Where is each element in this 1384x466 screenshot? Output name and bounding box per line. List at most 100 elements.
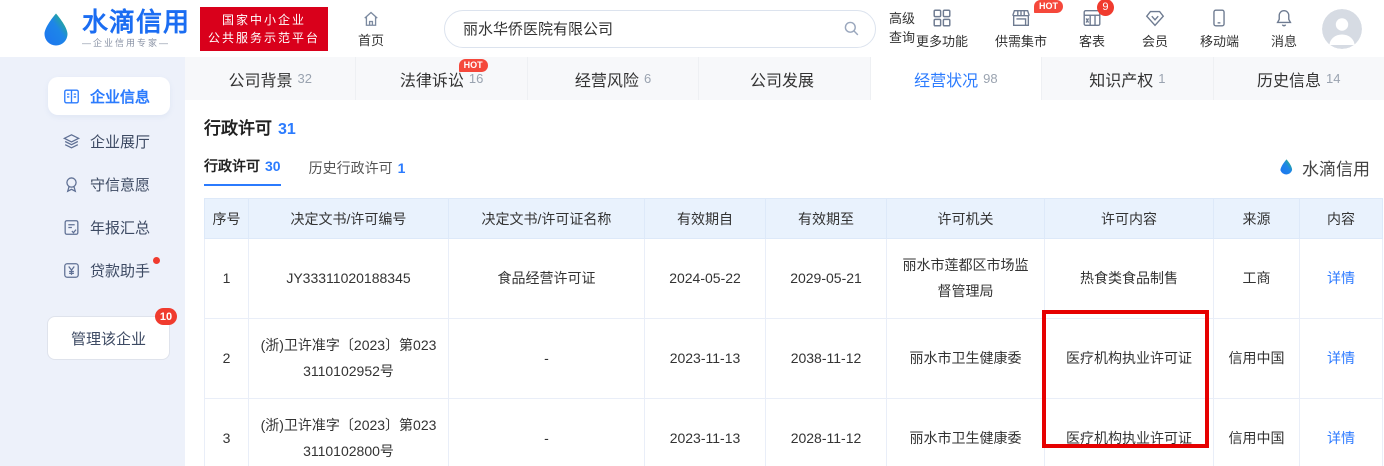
search-icon[interactable] <box>842 19 861 38</box>
section-title: 行政许可31 <box>204 114 1384 139</box>
watermark-text: 水滴信用 <box>1302 155 1370 180</box>
layers-icon <box>62 132 81 151</box>
nav-more-functions[interactable]: 更多功能 <box>916 7 968 50</box>
nav-membership[interactable]: 会员 <box>1137 7 1173 50</box>
subtab-admin-license[interactable]: 行政许可30 <box>204 156 281 186</box>
brand-name: 水滴信用 <box>82 9 190 35</box>
col-header-license-name: 决定文书/许可证名称 <box>449 199 645 239</box>
watermark-logo: 水滴信用 <box>1277 155 1370 186</box>
company-info-icon <box>62 87 81 106</box>
subtab-history-admin-license[interactable]: 历史行政许可1 <box>309 158 406 186</box>
cell-source: 信用中国 <box>1214 399 1300 466</box>
cell-license-no: (浙)卫许准字〔2023〕第0233110102800号 <box>249 399 449 466</box>
cell-valid-from: 2023-11-13 <box>645 399 766 466</box>
col-header-source: 来源 <box>1214 199 1300 239</box>
cell-license-name: - <box>449 319 645 399</box>
hot-badge: HOT <box>459 59 488 72</box>
cell-license-no: (浙)卫许准字〔2023〕第0233110102952号 <box>249 319 449 399</box>
sidebar-item-annual-report[interactable]: 年报汇总 <box>48 206 170 249</box>
gov-certification-badge: 国家中小企业 公共服务示范平台 <box>200 7 328 51</box>
top-header: 水滴信用 —企业信用专家— 国家中小企业 公共服务示范平台 首页 高级 查询 <box>0 0 1384 57</box>
cell-index: 2 <box>205 319 249 399</box>
cell-valid-from: 2023-11-13 <box>645 319 766 399</box>
cell-content: 医疗机构执业许可证 <box>1045 319 1214 399</box>
notification-count-badge: 9 <box>1097 0 1114 16</box>
tab-history-info[interactable]: 历史信息14 <box>1213 57 1384 100</box>
diamond-icon <box>1144 7 1166 29</box>
cell-license-name: - <box>449 399 645 466</box>
water-drop-icon <box>38 11 74 47</box>
col-header-index: 序号 <box>205 199 249 239</box>
water-drop-icon <box>1277 158 1296 177</box>
tab-legal-litigation[interactable]: HOT 法律诉讼16 <box>355 57 526 100</box>
page: 水滴信用 —企业信用专家— 国家中小企业 公共服务示范平台 首页 高级 查询 <box>0 0 1384 466</box>
nav-supply-market[interactable]: HOT 供需集市 <box>995 7 1047 50</box>
col-header-authority: 许可机关 <box>887 199 1045 239</box>
table-row: 2 (浙)卫许准字〔2023〕第0233110102952号 - 2023-11… <box>205 319 1383 399</box>
storefront-icon <box>1010 7 1032 29</box>
table-row: 1 JY33311020188345 食品经营许可证 2024-05-22 20… <box>205 239 1383 319</box>
license-table: 序号 决定文书/许可编号 决定文书/许可证名称 有效期自 有效期至 许可机关 许… <box>204 198 1383 466</box>
manage-company-button[interactable]: 管理该企业 10 <box>47 316 170 360</box>
manage-count-badge: 10 <box>155 308 177 325</box>
search-bar <box>444 10 876 48</box>
cell-license-name: 食品经营许可证 <box>449 239 645 319</box>
cell-source: 工商 <box>1214 239 1300 319</box>
new-indicator-dot <box>153 257 160 264</box>
nav-mobile[interactable]: 移动端 <box>1200 7 1239 50</box>
nav-customer-report[interactable]: 9 客表 <box>1074 7 1110 50</box>
cell-license-no: JY33311020188345 <box>249 239 449 319</box>
cell-valid-to: 2029-05-21 <box>766 239 887 319</box>
nav-messages[interactable]: 消息 <box>1266 7 1302 50</box>
advanced-search-link[interactable]: 高级 查询 <box>889 10 915 46</box>
table-header-row: 序号 决定文书/许可编号 决定文书/许可证名称 有效期自 有效期至 许可机关 许… <box>205 199 1383 239</box>
search-input[interactable] <box>463 20 842 37</box>
cell-content: 医疗机构执业许可证 <box>1045 399 1214 466</box>
cell-index: 3 <box>205 399 249 466</box>
bell-icon <box>1273 7 1295 29</box>
tab-company-development[interactable]: 公司发展 <box>698 57 869 100</box>
cell-valid-from: 2024-05-22 <box>645 239 766 319</box>
tab-operating-status[interactable]: 经营状况98 <box>870 57 1041 100</box>
col-header-valid-from: 有效期自 <box>645 199 766 239</box>
home-label: 首页 <box>358 30 384 49</box>
loan-yuan-icon <box>62 261 81 280</box>
tab-intellectual-property[interactable]: 知识产权1 <box>1041 57 1212 100</box>
cell-index: 1 <box>205 239 249 319</box>
cell-authority: 丽水市卫生健康委 <box>887 319 1045 399</box>
sidebar: 企业信息 企业展厅 守信意愿 年报汇总 <box>0 57 185 466</box>
home-icon <box>361 9 381 29</box>
home-nav[interactable]: 首页 <box>358 9 384 49</box>
col-header-content: 许可内容 <box>1045 199 1214 239</box>
medal-icon <box>62 175 81 194</box>
top-nav: 更多功能 HOT 供需集市 9 客表 会 <box>916 7 1302 50</box>
cell-authority: 丽水市卫生健康委 <box>887 399 1045 466</box>
cell-valid-to: 2028-11-12 <box>766 399 887 466</box>
sidebar-item-company-info[interactable]: 企业信息 <box>48 77 170 115</box>
sidebar-item-showroom[interactable]: 企业展厅 <box>48 120 170 163</box>
subtab-bar: 行政许可30 历史行政许可1 <box>204 155 1384 186</box>
annual-report-icon <box>62 218 81 237</box>
sidebar-item-loan-assistant[interactable]: 贷款助手 <box>48 249 170 292</box>
col-header-license-no: 决定文书/许可编号 <box>249 199 449 239</box>
content-panel: 行政许可31 行政许可30 历史行政许可1 <box>185 100 1384 466</box>
detail-link[interactable]: 详情 <box>1300 399 1383 466</box>
col-header-valid-to: 有效期至 <box>766 199 887 239</box>
brand-logo[interactable]: 水滴信用 —企业信用专家— <box>38 9 190 48</box>
cell-authority: 丽水市莲都区市场监督管理局 <box>887 239 1045 319</box>
col-header-detail: 内容 <box>1300 199 1383 239</box>
detail-link[interactable]: 详情 <box>1300 319 1383 399</box>
hot-badge: HOT <box>1034 0 1063 13</box>
user-avatar[interactable] <box>1322 9 1362 49</box>
tab-operating-risk[interactable]: 经营风险6 <box>527 57 698 100</box>
cell-source: 信用中国 <box>1214 319 1300 399</box>
sidebar-item-credit-willingness[interactable]: 守信意愿 <box>48 163 170 206</box>
cell-valid-to: 2038-11-12 <box>766 319 887 399</box>
detail-link[interactable]: 详情 <box>1300 239 1383 319</box>
section-count: 31 <box>278 121 296 138</box>
table-row: 3 (浙)卫许准字〔2023〕第0233110102800号 - 2023-11… <box>205 399 1383 466</box>
grid-icon <box>931 7 953 29</box>
section-tabs: 公司背景32 HOT 法律诉讼16 经营风险6 公司发展 经营状况98 知识产权… <box>185 57 1384 100</box>
brand-tagline: —企业信用专家— <box>82 39 190 48</box>
tab-company-background[interactable]: 公司背景32 <box>185 57 355 100</box>
